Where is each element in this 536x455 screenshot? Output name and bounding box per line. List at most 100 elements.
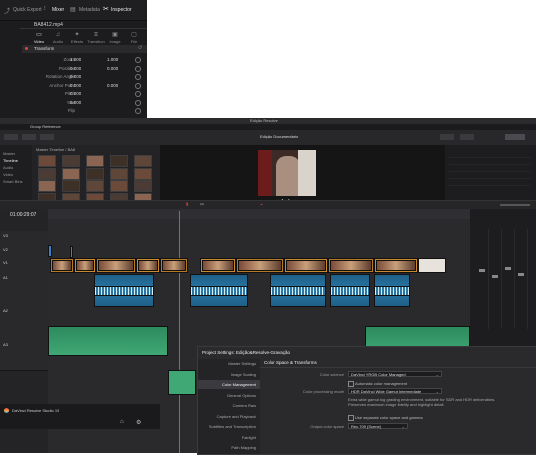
selection-tool-icon[interactable]: ⬆ bbox=[185, 202, 189, 208]
media-thumbnail[interactable] bbox=[134, 167, 152, 180]
reset-icon[interactable]: ↺ bbox=[138, 45, 142, 51]
media-thumbnail[interactable] bbox=[110, 155, 128, 167]
metadata-icon[interactable]: ▤ bbox=[70, 6, 76, 13]
track-header[interactable]: V3 bbox=[0, 231, 48, 246]
media-pool-button[interactable] bbox=[4, 134, 18, 140]
tab-quick-export[interactable]: Quick Export bbox=[13, 6, 42, 14]
media-thumbnail[interactable] bbox=[62, 155, 80, 167]
track-header[interactable]: V1 bbox=[0, 258, 48, 274]
settings-nav-item[interactable]: Color Management bbox=[198, 380, 260, 389]
mixer-icon[interactable]: ⫶ bbox=[44, 6, 46, 13]
subtab-video[interactable]: ▭ Video bbox=[30, 31, 48, 45]
video-clip-thumbs[interactable] bbox=[76, 260, 94, 271]
zoom-slider[interactable] bbox=[500, 204, 530, 206]
param-value-x[interactable]: 0.000 bbox=[70, 82, 81, 89]
subtab-transition[interactable]: ⧖ Transition bbox=[87, 31, 105, 45]
param-value-x[interactable]: 0.000 bbox=[70, 90, 81, 97]
snap-icon[interactable]: ⌁ bbox=[260, 202, 263, 208]
video-clip[interactable] bbox=[70, 246, 73, 258]
inspector-icon[interactable]: ✂ bbox=[103, 5, 109, 13]
keyframe-icon[interactable] bbox=[135, 91, 141, 97]
audio-waveform[interactable] bbox=[374, 286, 410, 296]
param-value-y[interactable]: 0.000 bbox=[107, 65, 118, 72]
settings-icon[interactable]: ⚙ bbox=[136, 419, 141, 426]
music-clip[interactable] bbox=[48, 326, 168, 356]
media-thumbnail[interactable] bbox=[110, 180, 128, 192]
transform-header[interactable]: Transform ↺ bbox=[22, 45, 147, 53]
settings-nav-item[interactable]: Capture and Playback bbox=[198, 412, 260, 421]
keyframe-icon[interactable] bbox=[135, 74, 141, 80]
media-thumbnail[interactable] bbox=[134, 180, 152, 192]
audio-waveform[interactable] bbox=[190, 286, 248, 296]
settings-nav-item[interactable]: General Options bbox=[198, 391, 260, 400]
param-value-x[interactable]: 0.000 bbox=[70, 99, 81, 106]
playhead[interactable] bbox=[179, 211, 180, 453]
media-thumbnail[interactable] bbox=[86, 155, 104, 167]
media-thumbnail[interactable] bbox=[134, 155, 152, 167]
quick-export-icon[interactable]: ⤴ bbox=[4, 6, 10, 15]
param-value-x[interactable]: 1.000 bbox=[70, 56, 81, 63]
edit-index-button[interactable] bbox=[40, 134, 54, 140]
media-thumbnail[interactable] bbox=[86, 180, 104, 192]
tab-inspector[interactable]: Inspector bbox=[111, 6, 132, 14]
keyframe-icon[interactable] bbox=[135, 82, 141, 89]
subtab-file[interactable]: ▢ File bbox=[125, 31, 143, 45]
music-clip[interactable] bbox=[168, 370, 196, 395]
subtab-image[interactable]: ▣ Image bbox=[106, 31, 124, 45]
param-value-y[interactable]: 0.000 bbox=[107, 82, 118, 89]
video-clip-thumbs[interactable] bbox=[162, 260, 186, 271]
bin-item[interactable]: Smart Bins bbox=[3, 179, 23, 184]
subtab-effects[interactable]: ✦ Effects bbox=[68, 31, 86, 45]
media-thumbnail[interactable] bbox=[86, 167, 104, 180]
media-thumbnail[interactable] bbox=[62, 180, 80, 192]
settings-nav-item[interactable]: Fairlight bbox=[198, 433, 260, 442]
inspector-button[interactable] bbox=[505, 134, 525, 140]
fader-knob[interactable] bbox=[505, 267, 511, 270]
output-color-dropdown[interactable]: Rec.709 (Scene) ⌄ bbox=[348, 423, 408, 429]
media-thumbnail[interactable] bbox=[38, 155, 56, 167]
settings-nav-item[interactable]: Camera Raw bbox=[198, 401, 260, 410]
enable-dot-icon[interactable] bbox=[25, 47, 28, 50]
track-header[interactable]: A1 bbox=[0, 273, 48, 307]
audio-waveform[interactable] bbox=[94, 286, 154, 296]
keyframe-icon[interactable] bbox=[135, 65, 141, 72]
color-science-dropdown[interactable]: DaVinci YRGB Color Managed ⌄ bbox=[348, 371, 442, 377]
fader-knob[interactable] bbox=[479, 269, 485, 272]
video-clip[interactable] bbox=[418, 258, 446, 273]
keyframe-icon[interactable] bbox=[135, 108, 141, 114]
separate-color-checkbox[interactable] bbox=[348, 415, 354, 421]
video-clip-thumbs[interactable] bbox=[52, 260, 72, 271]
video-clip-thumbs[interactable] bbox=[238, 260, 282, 271]
subtab-audio[interactable]: ♫ Audio bbox=[49, 31, 67, 45]
video-clip-thumbs[interactable] bbox=[376, 260, 416, 271]
audio-waveform[interactable] bbox=[270, 286, 326, 296]
bin-item[interactable]: Master bbox=[3, 151, 15, 156]
track-header[interactable]: A2 bbox=[0, 306, 48, 341]
settings-nav-item[interactable]: Subtitles and Transcription bbox=[198, 422, 260, 431]
bin-item[interactable]: Audio bbox=[3, 165, 13, 170]
param-value-x[interactable]: 0.000 bbox=[70, 73, 81, 80]
video-clip-thumbs[interactable] bbox=[138, 260, 158, 271]
tab-metadata[interactable]: Metadata bbox=[79, 6, 100, 14]
bin-item[interactable]: Video bbox=[3, 172, 13, 177]
settings-nav-item[interactable]: Master Settings bbox=[198, 359, 260, 368]
blade-tool-icon[interactable]: ✂ bbox=[200, 202, 204, 208]
tab-mixer[interactable]: Mixer bbox=[52, 6, 64, 14]
fader-knob[interactable] bbox=[518, 273, 524, 276]
mixer-button[interactable] bbox=[440, 134, 454, 140]
media-thumbnail[interactable] bbox=[62, 167, 80, 180]
bin-item[interactable]: Timeline bbox=[3, 158, 18, 163]
settings-nav-item[interactable]: Path Mapping bbox=[198, 443, 260, 452]
settings-nav-item[interactable]: Image Scaling bbox=[198, 370, 260, 379]
track-header[interactable]: V2 bbox=[0, 245, 48, 259]
track-header[interactable]: A3 bbox=[0, 340, 48, 371]
auto-color-checkbox[interactable] bbox=[348, 381, 354, 387]
video-clip-thumbs[interactable] bbox=[330, 260, 372, 271]
video-clip-thumbs[interactable] bbox=[98, 260, 134, 271]
keyframe-icon[interactable] bbox=[135, 57, 141, 63]
audio-waveform[interactable] bbox=[330, 286, 370, 296]
video-clip-thumbs[interactable] bbox=[202, 260, 234, 271]
media-thumbnail[interactable] bbox=[38, 167, 56, 180]
param-value-x[interactable]: 0.000 bbox=[70, 65, 81, 72]
media-thumbnail[interactable] bbox=[38, 180, 56, 192]
